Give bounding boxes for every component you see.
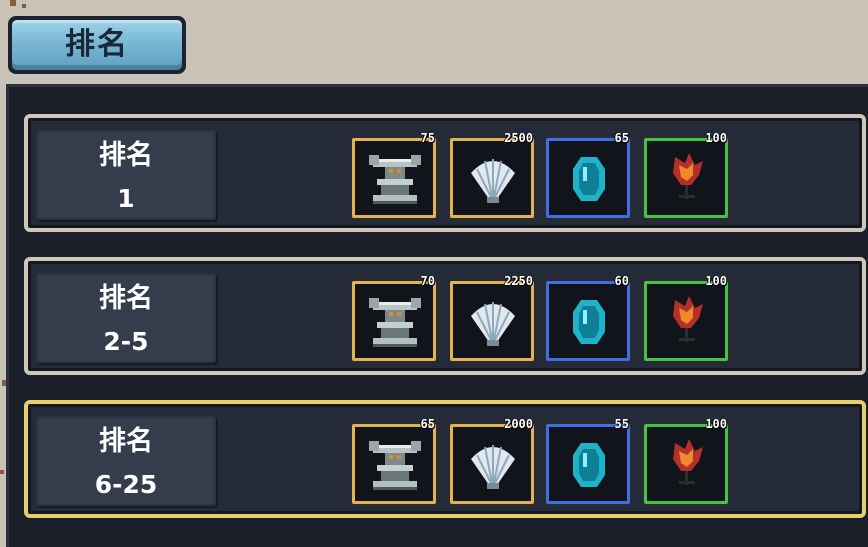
reward-slot-gem[interactable]: 65: [546, 131, 630, 218]
reward-slot-flame-flower[interactable]: 100: [644, 417, 728, 504]
reward-quantity: 75: [420, 131, 435, 145]
gem-icon: [573, 443, 605, 487]
reward-quantity: 70: [420, 274, 435, 288]
anvil-icon: [369, 155, 421, 204]
reward-quantity: 2000: [504, 417, 533, 431]
gem-icon: [573, 300, 605, 344]
flame-flower-icon: [673, 296, 703, 342]
reward-quantity: 60: [614, 274, 629, 288]
rank-title: 排名: [99, 426, 153, 457]
rank-range: 2-5: [103, 327, 149, 356]
reward-slot-shell[interactable]: 2500: [450, 131, 534, 218]
rank-label-box: 排名 2-5: [36, 273, 216, 363]
reward-quantity: 100: [705, 131, 727, 145]
reward-quantity: 65: [420, 417, 435, 431]
gem-icon: [573, 157, 605, 201]
reward-row-rank-1: 排名 1 75 2500 65 100: [24, 114, 866, 232]
rank-label-box: 排名 1: [36, 130, 216, 220]
rank-range: 6-25: [94, 470, 158, 499]
shell-icon: [471, 445, 515, 489]
reward-row-rank-6-25: 排名 6-25 65 2000 55 100: [24, 400, 866, 518]
rank-label-box: 排名 6-25: [36, 416, 216, 506]
reward-quantity: 100: [705, 417, 727, 431]
anvil-icon: [369, 441, 421, 490]
reward-slot-shell[interactable]: 2250: [450, 274, 534, 361]
anvil-icon: [369, 298, 421, 347]
shell-icon: [471, 302, 515, 346]
ranking-tab-label: 排名: [12, 20, 182, 70]
reward-slot-flame-flower[interactable]: 100: [644, 131, 728, 218]
flame-flower-icon: [673, 439, 703, 485]
reward-slot-gem[interactable]: 55: [546, 417, 630, 504]
shell-icon: [471, 159, 515, 203]
rank-title: 排名: [99, 140, 153, 171]
reward-quantity: 65: [614, 131, 629, 145]
reward-quantity: 2250: [504, 274, 533, 288]
reward-slot-gem[interactable]: 60: [546, 274, 630, 361]
reward-slot-anvil[interactable]: 65: [352, 417, 436, 504]
rank-title: 排名: [99, 283, 153, 314]
reward-quantity: 100: [705, 274, 727, 288]
reward-row-rank-2-5: 排名 2-5 70 2250 60 100: [24, 257, 866, 375]
reward-quantity: 2500: [504, 131, 533, 145]
reward-slot-anvil[interactable]: 75: [352, 131, 436, 218]
rank-range: 1: [117, 184, 135, 213]
ranking-tab[interactable]: 排名: [8, 16, 186, 74]
reward-quantity: 55: [614, 417, 629, 431]
reward-slot-shell[interactable]: 2000: [450, 417, 534, 504]
flame-flower-icon: [673, 153, 703, 199]
reward-slot-anvil[interactable]: 70: [352, 274, 436, 361]
reward-slot-flame-flower[interactable]: 100: [644, 274, 728, 361]
